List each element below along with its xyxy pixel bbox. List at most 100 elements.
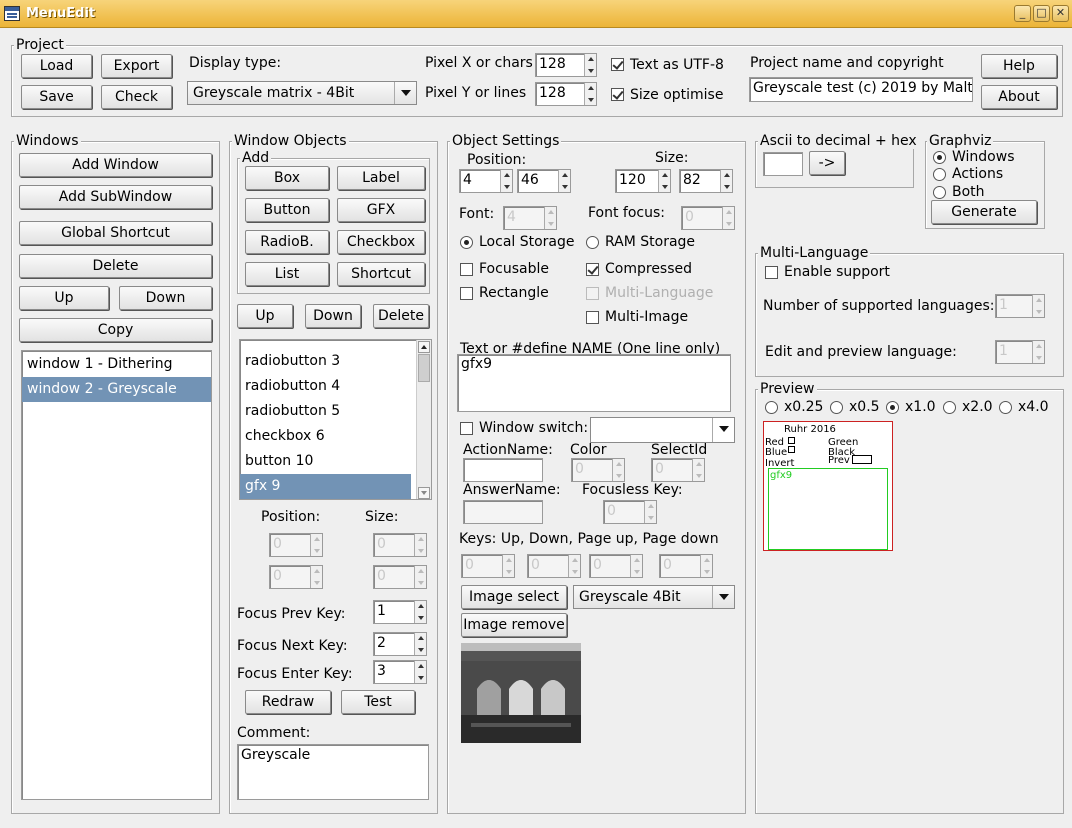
zoom-05-radio[interactable] (830, 401, 843, 414)
local-storage-radio[interactable] (460, 236, 473, 249)
pixel-y-spinner[interactable]: 128 (535, 82, 597, 106)
display-type-select[interactable]: Greyscale matrix - 4Bit (187, 81, 417, 105)
close-icon[interactable]: ✕ (1052, 5, 1069, 22)
add-button-button[interactable]: Button (245, 198, 329, 222)
delete-window-button[interactable]: Delete (19, 254, 212, 278)
objects-list[interactable]: radiobutton 3 radiobutton 4 radiobutton … (239, 339, 432, 500)
text-define-input[interactable]: gfx9 (457, 354, 731, 412)
list-item[interactable]: gfx 9 (240, 474, 411, 499)
answer-name-label: AnswerName: (463, 482, 561, 498)
objects-scrollbar[interactable] (416, 340, 431, 499)
window-switch-select[interactable] (590, 417, 735, 443)
focusable-checkbox[interactable] (460, 263, 473, 276)
generate-button[interactable]: Generate (931, 200, 1037, 224)
os-pos-y-spinner[interactable]: 46 (517, 169, 571, 193)
select-id-label: SelectId (651, 442, 708, 458)
comment-label: Comment: (237, 725, 311, 741)
action-name-input[interactable] (463, 458, 543, 482)
zoom-4-radio[interactable] (999, 401, 1012, 414)
save-button[interactable]: Save (21, 85, 92, 109)
spinner-arrows-icon[interactable] (584, 83, 596, 105)
list-item[interactable]: checkbox 6 (240, 424, 431, 449)
spinner-arrows-icon (310, 566, 322, 588)
image-format-select[interactable]: Greyscale 4Bit (573, 585, 735, 609)
zoom-1-radio[interactable] (886, 401, 899, 414)
image-select-button[interactable]: Image select (461, 585, 567, 609)
global-shortcut-button[interactable]: Global Shortcut (19, 221, 212, 245)
spinner-arrows-icon[interactable] (584, 54, 596, 76)
window-down-button[interactable]: Down (119, 286, 212, 310)
add-subwindow-button[interactable]: Add SubWindow (19, 185, 212, 209)
test-button[interactable]: Test (341, 690, 415, 714)
focus-prev-spinner[interactable]: 1 (373, 600, 427, 624)
enable-multilang-checkbox[interactable] (765, 266, 778, 279)
add-checkbox-button[interactable]: Checkbox (337, 230, 425, 254)
ascii-input[interactable] (763, 152, 803, 176)
rectangle-checkbox[interactable] (460, 287, 473, 300)
utf8-checkbox[interactable] (611, 58, 624, 71)
focus-enter-spinner[interactable]: 3 (373, 660, 427, 684)
window-switch-checkbox[interactable] (460, 422, 473, 435)
help-button[interactable]: Help (981, 54, 1057, 78)
list-item[interactable]: radiobutton 5 (240, 399, 431, 424)
spinner-arrows-icon[interactable] (414, 633, 426, 655)
pixel-x-spinner[interactable]: 128 (535, 53, 597, 77)
scroll-thumb[interactable] (418, 354, 430, 382)
chevron-down-icon (712, 418, 734, 442)
spinner-arrows-icon[interactable] (658, 170, 670, 192)
preview-blue: Blue (765, 447, 788, 458)
spinner-arrows-icon[interactable] (558, 170, 570, 192)
copy-window-button[interactable]: Copy (19, 318, 212, 342)
list-item[interactable]: button 10 (240, 449, 431, 474)
export-button[interactable]: Export (101, 54, 172, 78)
os-size-w-spinner[interactable]: 120 (615, 169, 671, 193)
zoom-025-radio[interactable] (765, 401, 778, 414)
project-name-input[interactable]: Greyscale test (c) 2019 by Malte (749, 77, 973, 102)
list-item[interactable]: window 1 - Dithering (22, 352, 211, 377)
spinner-arrows-icon[interactable] (500, 170, 512, 192)
object-size-w-spinner: 0 (373, 533, 427, 557)
graphviz-both-radio[interactable] (933, 186, 946, 199)
window-up-button[interactable]: Up (19, 286, 109, 310)
scroll-down-icon[interactable] (418, 487, 430, 499)
object-delete-button[interactable]: Delete (373, 304, 429, 328)
maximize-icon[interactable]: □ (1033, 5, 1050, 22)
image-remove-button[interactable]: Image remove (461, 613, 567, 637)
check-button[interactable]: Check (101, 85, 172, 109)
spinner-arrows-icon[interactable] (720, 170, 732, 192)
load-button[interactable]: Load (21, 54, 92, 78)
zoom-2-radio[interactable] (943, 401, 956, 414)
spinner-arrows-icon[interactable] (414, 601, 426, 623)
graphviz-actions-radio[interactable] (933, 168, 946, 181)
object-up-button[interactable]: Up (237, 304, 293, 328)
add-gfx-button[interactable]: GFX (337, 198, 425, 222)
object-down-button[interactable]: Down (305, 304, 361, 328)
ram-storage-radio[interactable] (586, 236, 599, 249)
focus-next-spinner[interactable]: 2 (373, 632, 427, 656)
scroll-up-icon[interactable] (418, 341, 430, 353)
ascii-convert-button[interactable]: -> (809, 151, 845, 175)
windows-list[interactable]: window 1 - Dithering window 2 - Greyscal… (21, 350, 212, 800)
key-down-spinner: 0 (527, 554, 581, 578)
add-label-button[interactable]: Label (337, 166, 425, 190)
add-list-button[interactable]: List (245, 262, 329, 286)
minimize-icon[interactable]: _ (1014, 5, 1031, 22)
compressed-checkbox[interactable] (586, 263, 599, 276)
multi-image-checkbox[interactable] (586, 311, 599, 324)
os-pos-x-spinner[interactable]: 4 (459, 169, 513, 193)
list-item[interactable]: window 2 - Greyscale (22, 377, 211, 402)
redraw-button[interactable]: Redraw (245, 690, 331, 714)
size-optimise-checkbox[interactable] (611, 88, 624, 101)
list-item[interactable]: radiobutton 4 (240, 374, 431, 399)
os-size-h-spinner[interactable]: 82 (679, 169, 733, 193)
list-item[interactable]: radiobutton 3 (240, 349, 431, 374)
comment-input[interactable]: Greyscale (237, 744, 429, 800)
os-size-w-value: 120 (619, 172, 646, 188)
spinner-arrows-icon[interactable] (414, 661, 426, 683)
add-radio-button[interactable]: RadioB. (245, 230, 329, 254)
graphviz-windows-radio[interactable] (933, 151, 946, 164)
add-window-button[interactable]: Add Window (19, 153, 212, 177)
add-shortcut-button[interactable]: Shortcut (337, 262, 425, 286)
add-box-button[interactable]: Box (245, 166, 329, 190)
about-button[interactable]: About (981, 85, 1057, 109)
